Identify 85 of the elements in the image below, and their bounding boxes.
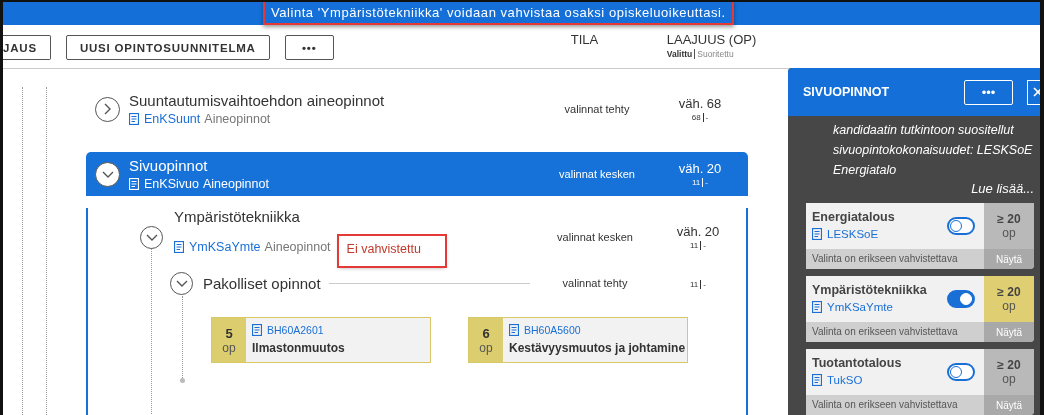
toolbar-button[interactable]: JAUS bbox=[3, 35, 51, 60]
collapse-button[interactable] bbox=[140, 225, 163, 249]
module-code[interactable]: EnKSuunt bbox=[144, 112, 201, 126]
status-text: valinnat tehty bbox=[563, 103, 631, 115]
option-name: Energiatalous bbox=[812, 210, 896, 224]
document-icon bbox=[252, 324, 262, 336]
option-code[interactable]: YmKSaYmte bbox=[827, 301, 893, 313]
credits-unit: op bbox=[479, 340, 493, 355]
toolbar-button[interactable]: UUSI OPINTOSUUNNITELMA bbox=[65, 35, 270, 60]
module-type: Aineopinnot bbox=[264, 240, 331, 254]
option-name: Ympäristötekniikka bbox=[812, 283, 928, 297]
note-text: Valinta on erikseen vahvistettava bbox=[811, 325, 959, 339]
credits-minimum: väh. 20 bbox=[677, 161, 723, 176]
notification-banner: Valinta 'Ympäristötekniikka' voidaan vahvistaa osaksi opiskeluoikeuttasi. bbox=[263, 2, 734, 25]
option-credits: ≥ 20 bbox=[997, 212, 1021, 226]
credits-unit: op bbox=[1002, 299, 1016, 313]
credits-completed: - bbox=[702, 279, 706, 289]
chevron-right-icon bbox=[104, 103, 111, 115]
credits-selected: 11 bbox=[690, 279, 702, 289]
course-name: Ilmastonmuutos bbox=[252, 341, 345, 355]
module-title: Suuntautumisvaihtoehdon aineopinnot bbox=[129, 92, 385, 109]
collapse-button[interactable] bbox=[170, 271, 193, 295]
document-icon bbox=[812, 301, 822, 313]
course-code[interactable]: BH60A2601 bbox=[267, 324, 324, 336]
collapse-button[interactable] bbox=[95, 161, 120, 187]
module-type: Aineopinnot bbox=[202, 177, 269, 191]
module-type: Aineopinnot bbox=[204, 112, 271, 126]
status-text: valinnat kesken bbox=[556, 231, 634, 243]
module-title: Ympäristötekniikka bbox=[174, 208, 301, 225]
credits-unit: op bbox=[222, 340, 236, 355]
panel-title: SIVUOPINNOT bbox=[803, 85, 891, 99]
course-code[interactable]: BH60A5600 bbox=[524, 324, 581, 336]
credits-selected: 68 bbox=[691, 113, 704, 122]
column-header: LAAJUUS (OP) bbox=[666, 32, 757, 47]
credits-selected: 11 bbox=[692, 178, 704, 187]
column-subheader: Valittu bbox=[666, 49, 696, 59]
more-button[interactable]: ••• bbox=[964, 79, 1013, 105]
column-header: TILA bbox=[569, 32, 600, 49]
column-subheader: Suoritettu bbox=[696, 49, 734, 59]
course-credits: 6 bbox=[482, 325, 490, 341]
close-icon bbox=[1033, 87, 1040, 97]
credits-completed: - bbox=[702, 241, 706, 250]
credits-unit: op bbox=[1002, 372, 1016, 386]
chevron-down-icon bbox=[145, 233, 158, 241]
module-header[interactable]: Sivuopinnot EnKSivuo Aineopinnot valinnat kesken väh. 20 11 - bbox=[86, 152, 748, 196]
expand-button[interactable] bbox=[95, 96, 120, 122]
course-card[interactable]: 6 op BH60A5600 Kestävyysmuutos ja johtamine bbox=[468, 317, 688, 363]
chevron-down-icon bbox=[101, 170, 114, 178]
more-button[interactable]: ••• bbox=[284, 35, 334, 60]
group-title: Pakolliset opinnot bbox=[203, 274, 321, 292]
document-icon bbox=[174, 241, 184, 253]
credits-minimum: väh. 68 bbox=[677, 96, 723, 111]
document-icon bbox=[812, 374, 822, 386]
note-text: Valinta on erikseen vahvistettava bbox=[811, 252, 959, 266]
document-icon bbox=[812, 228, 822, 240]
credits-completed: - bbox=[704, 113, 709, 122]
document-icon bbox=[129, 113, 139, 125]
document-icon bbox=[509, 324, 519, 336]
chevron-down-icon bbox=[175, 279, 188, 287]
note-text: Valinta on erikseen vahvistettava bbox=[811, 398, 959, 412]
description-text: kandidaatin tutkintoon suositellut sivuopintokokonaisuudet: LESKSoE Energiatalo bbox=[833, 122, 1034, 179]
toggle-switch[interactable] bbox=[947, 363, 975, 381]
module-code[interactable]: EnKSivuo bbox=[144, 177, 199, 191]
course-credits: 5 bbox=[225, 325, 233, 341]
option-code[interactable]: LESKSoE bbox=[827, 228, 879, 240]
read-more-link[interactable]: Lue lisää... bbox=[971, 180, 1034, 197]
credits-completed: - bbox=[704, 178, 708, 187]
course-card[interactable]: 5 op BH60A2601 Ilmastonmuutos bbox=[211, 317, 431, 363]
close-button[interactable] bbox=[1027, 79, 1040, 105]
option-credits: ≥ 20 bbox=[997, 285, 1021, 299]
option-code[interactable]: TukSO bbox=[827, 374, 863, 386]
document-icon bbox=[129, 178, 139, 190]
toggle-switch[interactable] bbox=[947, 217, 975, 235]
credits-selected: 11 bbox=[690, 241, 702, 250]
warning-text: Ei vahvistettu bbox=[338, 236, 445, 266]
option-credits: ≥ 20 bbox=[997, 358, 1021, 372]
module-title: Sivuopinnot bbox=[129, 157, 209, 174]
credits-minimum: väh. 20 bbox=[675, 224, 721, 239]
toggle-switch[interactable] bbox=[947, 290, 975, 308]
credits-unit: op bbox=[1002, 226, 1016, 240]
course-name: Kestävyysmuutos ja johtamine bbox=[509, 341, 686, 355]
option-name: Tuotantotalous bbox=[812, 356, 903, 370]
status-text: valinnat tehty bbox=[561, 277, 629, 289]
module-code[interactable]: YmKSaYmte bbox=[189, 240, 261, 254]
status-text: valinnat kesken bbox=[558, 168, 636, 180]
